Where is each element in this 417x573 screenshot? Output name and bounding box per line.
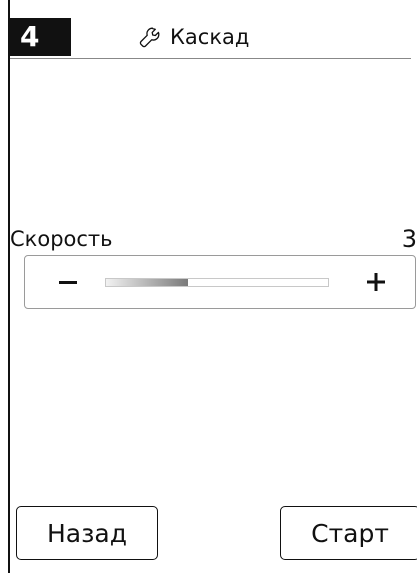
speed-value: 3 <box>401 225 417 253</box>
page-number-badge: 4 <box>10 18 71 56</box>
wrench-icon <box>138 25 162 49</box>
start-button[interactable]: Старт <box>280 506 417 560</box>
speed-slider-track[interactable] <box>105 278 329 287</box>
speed-increase-button[interactable] <box>361 256 391 308</box>
plus-icon <box>367 273 385 291</box>
speed-slider-fill <box>106 279 189 286</box>
page-title-text: Каскад <box>170 25 250 49</box>
header: 4 Каскад <box>8 18 411 59</box>
settings-screen: 4 Каскад Скорость 3 Назад Старт <box>0 0 417 573</box>
minus-icon <box>59 280 77 284</box>
speed-decrease-button[interactable] <box>53 256 83 308</box>
speed-slider[interactable] <box>24 255 416 309</box>
header-divider <box>10 58 411 59</box>
speed-label: Скорость <box>10 227 113 251</box>
back-button[interactable]: Назад <box>16 506 158 560</box>
page-title: Каскад <box>138 18 249 56</box>
left-frame-border <box>8 0 10 573</box>
